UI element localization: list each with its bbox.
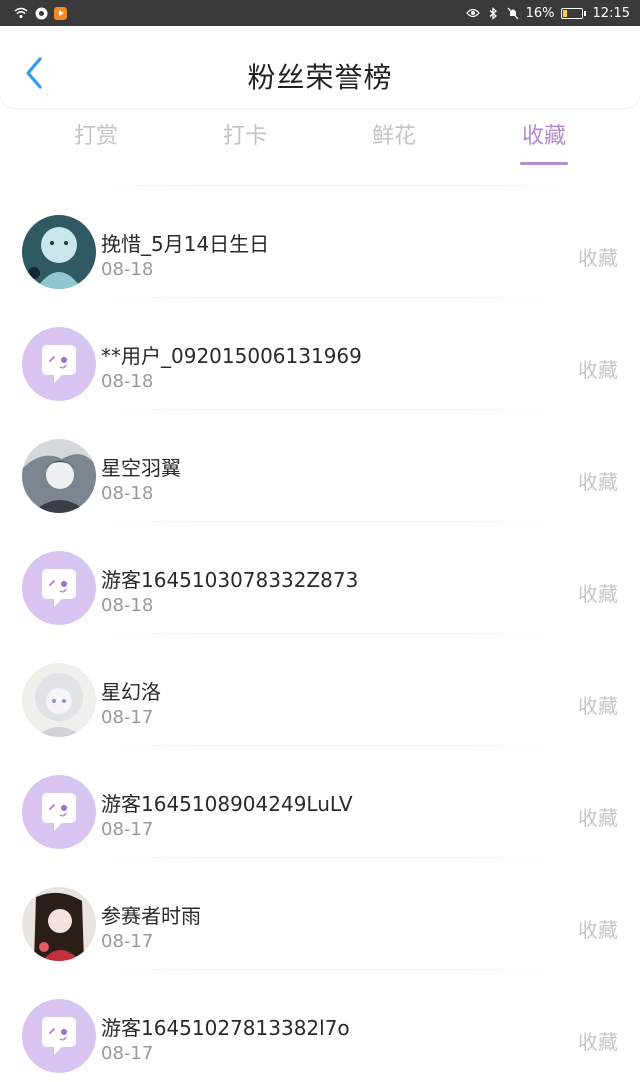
avatar[interactable]	[22, 439, 96, 513]
page-title: 粉丝荣誉榜	[247, 61, 393, 94]
list-item[interactable]: 星空羽翼 08-18 收藏	[0, 410, 640, 522]
user-name: 游客1645103078332Z873	[101, 568, 359, 592]
action-label: 收藏	[578, 806, 618, 830]
default-avatar[interactable]	[22, 551, 96, 625]
bluetooth-icon	[486, 6, 500, 20]
chat-bubble-icon	[22, 327, 96, 401]
default-avatar[interactable]	[22, 775, 96, 849]
avatar[interactable]	[22, 663, 96, 737]
tab-bar: 打赏 打卡 鲜花 收藏	[0, 118, 640, 168]
user-name: 星空羽翼	[101, 456, 181, 480]
favorite-date: 08-18	[101, 483, 154, 504]
tab-checkin[interactable]: 打卡	[195, 118, 295, 150]
favorite-date: 08-18	[101, 595, 154, 616]
list-item[interactable]: **用户_092015006131969 08-18 收藏	[0, 298, 640, 410]
avatar[interactable]	[22, 215, 96, 289]
video-app-icon	[54, 6, 67, 20]
fan-list: 挽惜_5月14日生日 08-18 收藏 **用户_092015006131969…	[0, 185, 640, 1082]
tab-favorites[interactable]: 收藏	[494, 118, 594, 150]
user-name: 游客1645108904249LuLV	[101, 792, 353, 816]
status-bar: 16% 12:15	[0, 0, 640, 26]
default-avatar[interactable]	[22, 999, 96, 1073]
clock: 12:15	[592, 5, 630, 21]
active-tab-indicator	[520, 162, 568, 165]
user-name: 星幻洛	[101, 680, 161, 704]
header-bar: 粉丝荣誉榜	[0, 26, 640, 108]
action-label: 收藏	[578, 582, 618, 606]
list-item[interactable]: 游客1645102781338​2l7o 08-17 收藏	[0, 970, 640, 1082]
battery-percent: 16%	[525, 5, 555, 21]
list-item[interactable]: 游客1645103078332Z873 08-18 收藏	[0, 522, 640, 634]
user-name: **用户_092015006131969	[101, 344, 362, 368]
wifi-icon	[14, 6, 28, 20]
user-name: 游客1645102781338​2l7o	[101, 1016, 350, 1040]
avatar[interactable]	[22, 887, 96, 961]
favorite-date: 08-17	[101, 1043, 154, 1064]
favorite-date: 08-17	[101, 819, 154, 840]
favorite-date: 08-17	[101, 931, 154, 952]
tab-flowers[interactable]: 鲜花	[344, 118, 444, 150]
chat-bubble-icon	[22, 551, 96, 625]
chat-bubble-icon	[22, 775, 96, 849]
action-label: 收藏	[578, 358, 618, 382]
list-item[interactable]: 游客1645108904249LuLV 08-17 收藏	[0, 746, 640, 858]
status-bar-right: 16% 12:15	[465, 5, 630, 21]
user-name: 参赛者时雨	[101, 904, 201, 928]
list-item[interactable]: 星幻洛 08-17 收藏	[0, 634, 640, 746]
action-label: 收藏	[578, 246, 618, 270]
favorite-date: 08-18	[101, 259, 154, 280]
battery-icon	[560, 7, 586, 19]
chat-bubble-icon	[22, 999, 96, 1073]
action-label: 收藏	[578, 694, 618, 718]
tab-reward[interactable]: 打赏	[46, 118, 146, 150]
default-avatar[interactable]	[22, 327, 96, 401]
favorite-date: 08-17	[101, 707, 154, 728]
mute-bell-icon	[506, 6, 520, 20]
eye-icon	[465, 6, 480, 20]
user-name: 挽惜_5月14日生日	[101, 232, 270, 256]
status-bar-left	[14, 6, 67, 20]
favorite-date: 08-18	[101, 371, 154, 392]
action-label: 收藏	[578, 918, 618, 942]
app-notification-icon	[34, 6, 48, 20]
list-item[interactable]: 参赛者时雨 08-17 收藏	[0, 858, 640, 970]
action-label: 收藏	[578, 470, 618, 494]
list-item[interactable]: 挽惜_5月14日生日 08-18 收藏	[0, 186, 640, 298]
action-label: 收藏	[578, 1030, 618, 1054]
